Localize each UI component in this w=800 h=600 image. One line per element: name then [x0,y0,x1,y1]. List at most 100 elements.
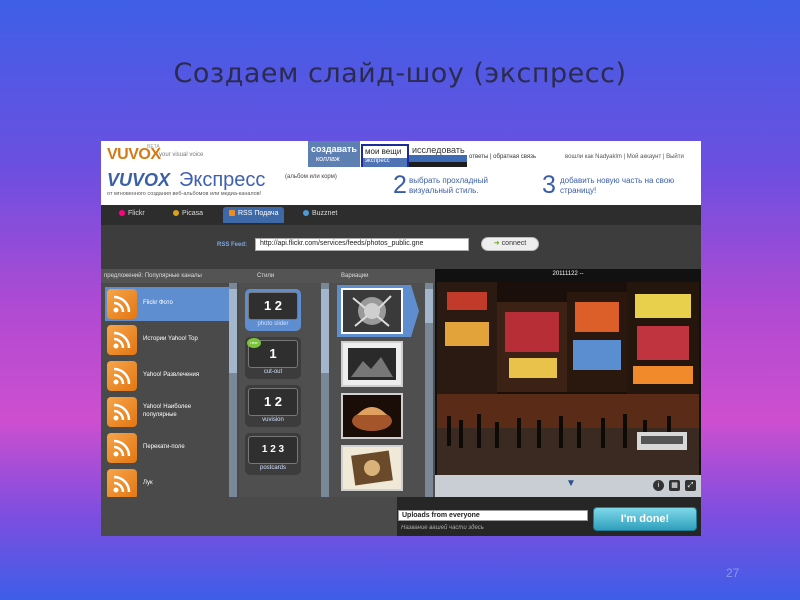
channel-item[interactable]: Истории Yahoo! Top [105,323,229,357]
style-photo-slider[interactable]: 1 2 photo slider [245,289,301,331]
connect-arrow-icon: ➜ [493,240,500,247]
header-accent-bar [409,155,467,162]
tab-explore[interactable]: исследовать [412,145,465,155]
channels-scroll-thumb[interactable] [229,289,237,373]
tab-my-stuff-label: мои вещи [365,147,402,156]
tab-picasa[interactable]: Picasa [173,210,203,217]
buzznet-icon [303,210,309,217]
picasa-icon [173,210,179,217]
channel-label: Flickr Фото [143,300,173,306]
header-account-links[interactable]: вошли как Nadyaklm | Мой аккаунт | Выйти [565,154,684,160]
channel-item[interactable]: Yahoo! Наиболее популярные [105,395,229,429]
channel-label: Лук [143,480,153,486]
postcards-icon: 1 2 3 [248,436,298,464]
rss-icon [107,433,137,463]
tab-rss-label: RSS Подача [238,210,279,217]
style-label: postcards [259,465,286,471]
source-tabs: Flickr Picasa RSS Подача Buzznet [101,205,701,225]
variation-thumbnail[interactable] [341,393,403,439]
logo-beta-label: BETA [147,144,160,150]
steps-banner: VUVOX Экспресс (альбом или корм) от мгно… [101,167,701,205]
step3-text: добавить новую часть на свою страницу! [560,176,675,195]
step2-number: 2 [393,171,407,199]
preview-photo[interactable] [437,282,699,475]
photo-slider-icon: 1 2 [248,292,298,320]
bottom-left-panel [101,497,397,536]
rss-feed-label: RSS Feed: [217,242,248,248]
channel-label: Перекати-поле [143,444,185,450]
tab-flickr[interactable]: Flickr [119,210,145,217]
channel-item[interactable]: Перекати-поле [105,431,229,465]
style-label: vuvision [262,417,284,423]
style-cut-out[interactable]: 1 new cut-out [245,337,301,379]
channel-label: Истории Yahoo! Top [143,336,198,342]
grid-icon[interactable]: ▦ [669,480,680,491]
new-badge-icon: new [247,338,261,348]
rss-icon [107,397,137,427]
step3-number: 3 [542,171,556,199]
channels-list: Flickr Фото Истории Yahoo! Top Yahoo! Ра… [101,283,239,497]
connect-button[interactable]: ➜ connect [481,237,539,251]
tab-buzznet-label: Buzznet [312,210,338,217]
rss-icon [229,210,235,217]
bottom-bar: Uploads from everyone Название вашей час… [101,497,701,536]
rss-feed-row: RSS Feed: http://api.flickr.com/services… [101,225,701,269]
piece-title-hint: Название вашей части здесь [401,525,484,531]
variations-list [335,283,435,497]
tab-express-link[interactable]: экспресс [363,158,407,167]
info-icon[interactable]: i [653,480,664,491]
piece-title-input[interactable]: Uploads from everyone [398,510,588,521]
rss-feed-input[interactable]: http://api.flickr.com/services/feeds/pho… [255,238,469,251]
flickr-icon [119,210,125,217]
done-button[interactable]: I'm done! [593,507,697,531]
slideshow-preview: 20111122 -- ▼ i ▦ ⤢ [435,269,701,497]
channels-header: предложений: Популярные каналы [101,269,239,283]
rss-icon [107,325,137,355]
style-vuvision[interactable]: 1 2 vuvision [245,385,301,427]
logo-tagline: your visual voice [159,152,204,158]
styles-scroll-thumb[interactable] [321,289,329,373]
rss-icon [107,469,137,497]
fullscreen-icon[interactable]: ⤢ [685,480,696,491]
vuvox-brand: VUVOX [107,170,171,190]
tab-buzznet[interactable]: Buzznet [303,210,337,217]
tab-picasa-label: Picasa [182,210,204,217]
preview-controls: ▼ i ▦ ⤢ [435,475,701,497]
connect-button-label: connect [501,240,527,247]
tab-flickr-label: Flickr [128,210,145,217]
tab-create-sub[interactable]: коллаж [316,156,340,163]
step1-subtitle: от мгновенного создания веб-альбомов или… [107,191,262,197]
style-label: photo slider [257,321,289,327]
variation-thumbnail[interactable] [341,341,403,387]
variations-scroll-thumb[interactable] [425,289,433,323]
styles-list: 1 2 photo slider 1 new cut-out 1 2 vuvis… [239,283,335,497]
step2-text: выбрать прохладный визуальный стиль. [409,176,488,195]
vuvox-screenshot: VUVOX BETA your visual voice создавать к… [101,141,701,536]
tab-my-stuff[interactable]: мои вещи экспресс [361,144,409,167]
header-help-links[interactable]: ответы | обратная связь [469,154,536,160]
channel-item[interactable]: Yahoo! Развлечения [105,359,229,393]
express-title: Экспресс [179,169,266,191]
style-label: cut-out [263,369,283,375]
vuvision-icon: 1 2 [248,388,298,416]
chevron-down-icon[interactable]: ▼ [566,478,576,489]
variation-thumbnail[interactable] [341,288,403,334]
style-postcards[interactable]: 1 2 3 postcards [245,433,301,475]
channel-label: Yahoo! Наиболее популярные [143,404,192,418]
styles-header: Стили [239,269,335,283]
channel-item[interactable]: Лук [105,467,229,497]
preview-title: 20111122 -- [552,271,584,277]
rss-icon [107,361,137,391]
page-number: 27 [726,566,740,580]
tab-rss[interactable]: RSS Подача [223,207,285,223]
channel-label: Yahoo! Развлечения [143,372,200,378]
variations-header: Вариации [335,269,435,283]
tab-create[interactable]: создавать коллаж [308,141,360,167]
tab-create-label: создавать [311,144,357,154]
rss-icon [107,289,137,319]
variation-thumbnail[interactable] [341,445,403,491]
app-header: VUVOX BETA your visual voice создавать к… [101,141,701,167]
slide-title: Создаем слайд-шоу (экспресс) [173,58,627,89]
channel-item[interactable]: Flickr Фото [105,287,237,321]
step1-hint: (альбом или корм) [285,174,337,180]
